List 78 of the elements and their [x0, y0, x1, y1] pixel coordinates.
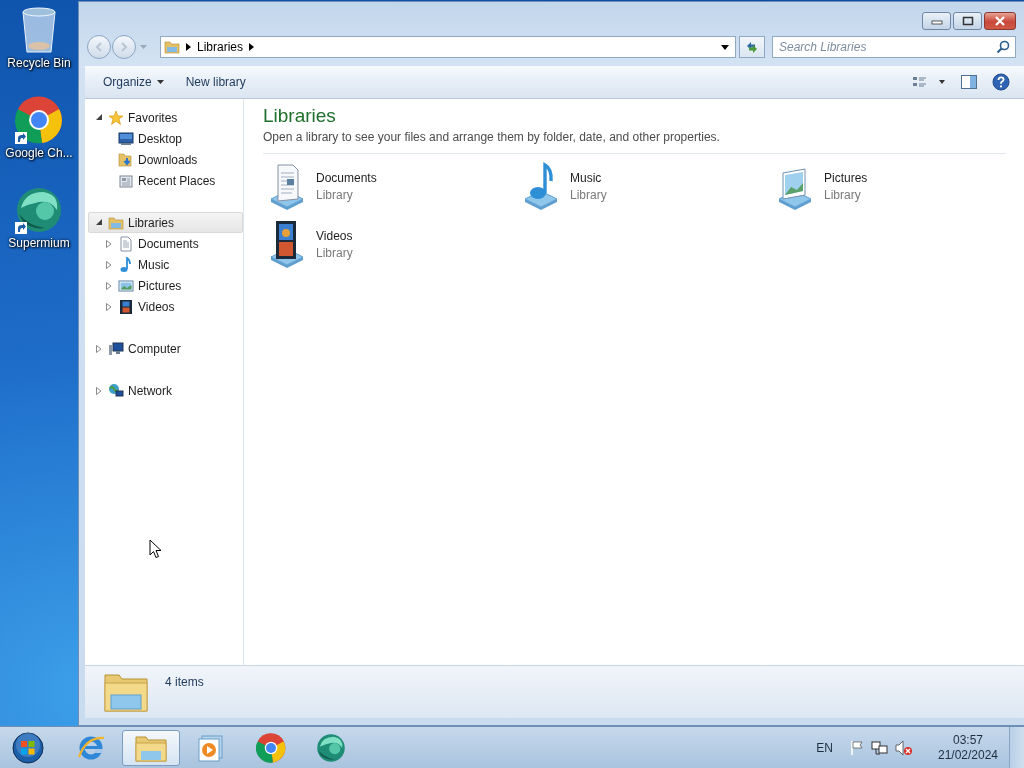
language-indicator[interactable]: EN [816, 740, 833, 755]
maximize-icon [961, 16, 974, 26]
chrome-logo-icon [256, 732, 286, 763]
show-desktop-button[interactable] [1009, 727, 1024, 768]
nav-item[interactable]: Videos [88, 296, 243, 317]
toolbar-button[interactable]: New library [177, 71, 254, 93]
library-name[interactable]: Documents [316, 170, 377, 185]
computer-icon [108, 340, 124, 357]
taskbar-button[interactable] [122, 729, 180, 766]
library-description: Open a library to see your files and arrange them by folder, date, and other properties. [263, 130, 1006, 154]
library-type: Library [570, 187, 607, 202]
desktop-icon-label[interactable]: Google Ch... [5, 146, 73, 160]
expand-arrow-icon[interactable] [96, 344, 102, 353]
help-icon[interactable] [990, 70, 1012, 94]
minimize-icon [930, 17, 943, 25]
recent-places-icon [118, 172, 134, 189]
recycle-bin-icon[interactable] [19, 6, 59, 54]
organize-menu-button[interactable]: Organize [95, 71, 172, 93]
maximize-button[interactable] [953, 12, 982, 30]
monitor-icon [118, 130, 134, 147]
nav-item[interactable]: Music [88, 254, 243, 275]
library-folder-icon [108, 214, 124, 231]
caret-icon [156, 80, 164, 84]
item-count: 4 items [165, 675, 204, 689]
expand-arrow-icon[interactable] [106, 239, 112, 248]
collapse-arrow-icon[interactable] [95, 114, 103, 121]
nav-item[interactable]: Recent Places [88, 170, 243, 191]
speaker-muted-icon[interactable] [895, 739, 913, 756]
library-name[interactable]: Pictures [824, 170, 868, 185]
nav-item[interactable]: Computer [88, 338, 243, 359]
library-name[interactable]: Videos [316, 228, 353, 243]
library-heading: Libraries [263, 105, 337, 127]
picture-icon [118, 277, 134, 294]
search-field[interactable]: Search Libraries [772, 36, 1016, 58]
library-name[interactable]: Music [570, 170, 607, 185]
desktop-icon-label[interactable]: Supermium [8, 236, 70, 250]
network-globe-icon [108, 382, 124, 399]
media-player-icon [196, 732, 226, 763]
library-type: Library [824, 187, 862, 202]
film-strip-icon [118, 298, 134, 315]
expand-arrow-icon[interactable] [106, 260, 112, 269]
globe-logo-icon[interactable] [15, 186, 63, 234]
nav-item[interactable]: Libraries [88, 212, 243, 233]
forward-button[interactable] [112, 35, 136, 59]
nav-item[interactable]: Downloads [88, 149, 243, 170]
breadcrumb[interactable]: Libraries [197, 40, 244, 54]
library-type: Library [316, 187, 354, 202]
expand-arrow-icon[interactable] [106, 302, 112, 311]
folder-download-icon [118, 151, 134, 168]
close-icon [994, 16, 1006, 26]
library-type: Library [316, 245, 353, 260]
document-icon [118, 235, 134, 252]
nav-item[interactable]: Documents [88, 233, 243, 254]
network-icon[interactable] [871, 739, 889, 756]
desktop-icon-label[interactable]: Recycle Bin [7, 56, 71, 70]
breadcrumb-arrow-icon[interactable] [186, 43, 191, 51]
back-button[interactable] [87, 35, 111, 59]
nav-item[interactable]: Desktop [88, 128, 243, 149]
caret-icon[interactable] [140, 44, 147, 50]
nav-item[interactable]: Pictures [88, 275, 243, 296]
nav-item[interactable]: Network [88, 380, 243, 401]
mouse-cursor-icon [149, 539, 162, 559]
flag-icon[interactable] [849, 739, 865, 756]
star-icon [108, 109, 124, 126]
chrome-logo-icon[interactable] [15, 96, 63, 144]
globe-logo-icon [316, 732, 346, 763]
address-bar[interactable]: Libraries [160, 36, 736, 58]
library-folder-icon [164, 39, 180, 55]
refresh-button[interactable] [739, 36, 765, 58]
expand-arrow-icon[interactable] [96, 386, 102, 395]
nav-item[interactable]: Favorites [88, 107, 243, 128]
search-icon[interactable] [996, 40, 1010, 54]
collapse-arrow-icon[interactable] [95, 219, 103, 226]
close-button[interactable] [984, 12, 1016, 30]
clock[interactable]: 03:57 21/02/2024 [927, 732, 1009, 763]
expand-arrow-icon[interactable] [106, 281, 112, 290]
breadcrumb-arrow-icon[interactable] [249, 43, 255, 51]
music-note-icon [118, 256, 134, 273]
